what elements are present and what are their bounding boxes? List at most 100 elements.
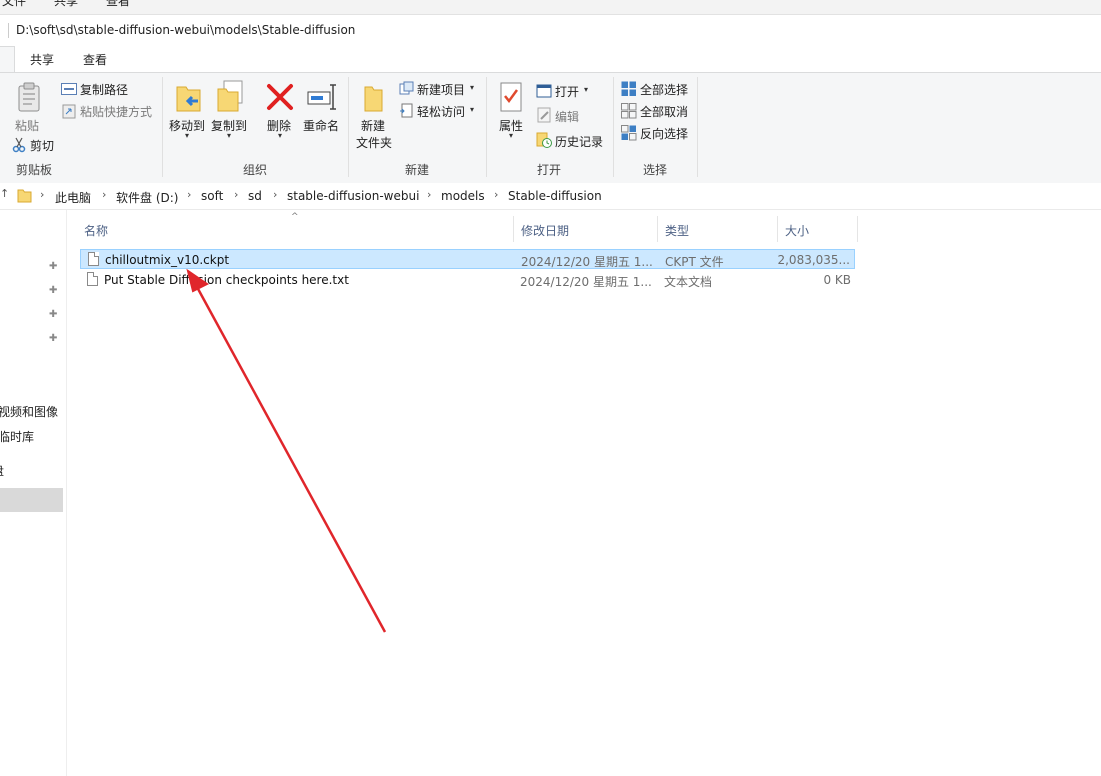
move-to-icon [176, 86, 201, 112]
breadcrumb-chevron-icon[interactable]: › [234, 188, 238, 201]
delete-caret[interactable]: ▾ [278, 131, 282, 140]
file-date: 2024/12/20 星期五 1... [521, 255, 653, 269]
column-header-size[interactable]: 大小 [785, 222, 809, 239]
folder-icon [17, 189, 32, 203]
invert-selection-button[interactable]: 反向选择 [640, 125, 688, 142]
tab-view-top[interactable]: 查看 [106, 0, 130, 9]
copy-path-button[interactable]: 复制路径 [80, 81, 128, 98]
tab-home-edge[interactable] [0, 46, 15, 73]
pin-icon[interactable]: ✚ [49, 333, 57, 344]
delete-icon [267, 84, 293, 110]
group-label-select: 选择 [643, 163, 668, 177]
address-bar[interactable]: ↑ › 此电脑 › 软件盘 (D:) › soft › sd › stable-… [0, 183, 1101, 210]
pin-icon[interactable]: ✚ [49, 309, 57, 320]
file-type: 文本文档 [664, 275, 713, 289]
edit-icon [537, 107, 551, 123]
easy-access-caret[interactable]: ▾ [470, 105, 474, 114]
breadcrumb-stable-diffusion[interactable]: Stable-diffusion [508, 189, 602, 203]
column-divider[interactable] [857, 216, 858, 242]
breadcrumb-chevron-icon[interactable]: › [40, 188, 44, 201]
ribbon-tabs: 共享 查看 [0, 46, 1101, 73]
nav-item-selected[interactable] [0, 488, 63, 512]
column-divider[interactable] [777, 216, 778, 242]
sort-ascending-icon: ^ [291, 212, 299, 222]
column-divider[interactable] [513, 216, 514, 242]
history-icon [536, 132, 552, 148]
breadcrumb-soft[interactable]: soft [201, 189, 223, 203]
group-divider [162, 77, 163, 177]
nav-item-temp-library[interactable]: 临时库 [0, 428, 34, 445]
new-item-icon [399, 81, 414, 95]
rename-button[interactable]: 重命名 [303, 117, 339, 134]
edit-button[interactable]: 编辑 [555, 108, 579, 125]
tab-view[interactable]: 查看 [83, 51, 107, 68]
easy-access-button[interactable]: 轻松访问 [417, 103, 465, 120]
table-row[interactable]: Put Stable Diffusion checkpoints here.tx… [80, 270, 855, 290]
select-none-button[interactable]: 全部取消 [640, 103, 688, 120]
new-item-button[interactable]: 新建项目 [417, 81, 465, 98]
file-icon [87, 272, 98, 286]
group-label-clipboard: 剪贴板 [16, 163, 53, 177]
breadcrumb-webui[interactable]: stable-diffusion-webui [287, 189, 419, 203]
properties-icon [500, 82, 522, 112]
history-button[interactable]: 历史记录 [555, 133, 603, 150]
open-caret[interactable]: ▾ [584, 85, 588, 94]
navigation-pane: ✚ ✚ ✚ ✚ 视频和图像 临时库 盘 [0, 210, 67, 776]
paste-button[interactable]: 粘贴 [15, 117, 39, 134]
top-tab-strip: 文件 共享 查看 [0, 0, 1101, 15]
group-label-open: 打开 [537, 163, 562, 177]
title-separator [8, 23, 9, 38]
file-name[interactable]: chilloutmix_v10.ckpt [105, 253, 229, 267]
breadcrumb-chevron-icon[interactable]: › [494, 188, 498, 201]
ribbon: 粘贴 复制路径 粘贴快捷方式 剪切 剪贴板 移动到 ▾ 复制到 ▾ 删除 ▾ 重… [0, 72, 1101, 184]
cut-icon [12, 137, 26, 153]
cut-button[interactable]: 剪切 [30, 137, 54, 154]
copy-to-caret[interactable]: ▾ [227, 131, 231, 140]
breadcrumb-drive-d[interactable]: 软件盘 (D:) [116, 189, 178, 206]
properties-caret[interactable]: ▾ [509, 131, 513, 140]
column-divider[interactable] [657, 216, 658, 242]
open-icon [536, 84, 552, 98]
select-all-icon [621, 81, 636, 96]
tab-share[interactable]: 共享 [30, 51, 54, 68]
group-divider [486, 77, 487, 177]
window-title-path: D:\soft\sd\stable-diffusion-webui\models… [16, 23, 356, 37]
breadcrumb-this-pc[interactable]: 此电脑 [55, 189, 91, 206]
new-item-caret[interactable]: ▾ [470, 83, 474, 92]
paste-icon[interactable] [16, 81, 42, 113]
tab-share-top[interactable]: 共享 [54, 0, 78, 9]
column-header-name[interactable]: 名称 [84, 222, 108, 239]
breadcrumb-chevron-icon[interactable]: › [187, 188, 191, 201]
new-folder-icon [364, 86, 383, 112]
file-size: 0 KB [823, 273, 851, 287]
pin-icon[interactable]: ✚ [49, 285, 57, 296]
select-all-button[interactable]: 全部选择 [640, 81, 688, 98]
move-to-caret[interactable]: ▾ [185, 131, 189, 140]
group-label-new: 新建 [405, 163, 430, 177]
column-header-type[interactable]: 类型 [665, 222, 689, 239]
tab-file[interactable]: 文件 [2, 0, 26, 9]
file-date: 2024/12/20 星期五 1... [520, 275, 652, 289]
nav-item-videos-images[interactable]: 视频和图像 [0, 403, 58, 420]
breadcrumb-chevron-icon[interactable]: › [273, 188, 277, 201]
breadcrumb-sd[interactable]: sd [248, 189, 262, 203]
easy-access-icon [400, 103, 413, 118]
group-divider [697, 77, 698, 177]
copy-path-icon [61, 83, 77, 95]
open-button[interactable]: 打开 [555, 83, 579, 100]
breadcrumb-chevron-icon[interactable]: › [102, 188, 106, 201]
paste-shortcut-icon [62, 104, 76, 119]
paste-shortcut-button[interactable]: 粘贴快捷方式 [80, 103, 152, 120]
pin-icon[interactable]: ✚ [49, 261, 57, 272]
breadcrumb-models[interactable]: models [441, 189, 485, 203]
group-label-organize: 组织 [243, 163, 268, 177]
table-row[interactable]: chilloutmix_v10.ckpt 2024/12/20 星期五 1...… [80, 249, 855, 269]
file-name[interactable]: Put Stable Diffusion checkpoints here.tx… [104, 273, 349, 287]
up-arrow-icon[interactable]: ↑ [0, 187, 9, 200]
new-folder-button-line2[interactable]: 文件夹 [356, 134, 392, 151]
column-header-date[interactable]: 修改日期 [521, 222, 569, 239]
nav-item-drive[interactable]: 盘 [0, 462, 4, 479]
new-folder-button[interactable]: 新建 [361, 117, 385, 134]
group-divider [613, 77, 614, 177]
breadcrumb-chevron-icon[interactable]: › [427, 188, 431, 201]
